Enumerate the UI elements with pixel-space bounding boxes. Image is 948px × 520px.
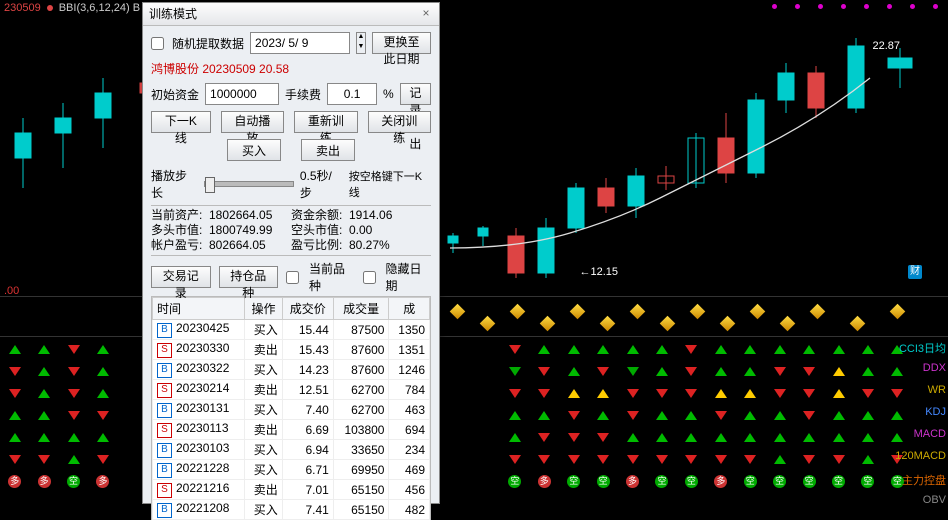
diamond-icon [570,304,586,320]
dialog-titlebar[interactable]: 训练模式 × [143,3,439,26]
fee-label: 手续费 [285,86,321,103]
space-hint: 按空格键下一K线 [349,168,431,200]
signal-row [0,382,912,404]
autoplay-button[interactable]: 自动播放 [221,111,284,133]
export-button[interactable]: 记录导出 [400,83,431,105]
bullet-icon [47,5,53,11]
table-row[interactable]: B20221208买入7.4165150482 [153,500,430,520]
table-row[interactable]: B20230425买入15.44875001350 [153,320,430,340]
sell-button[interactable]: 卖出 [301,139,355,161]
fee-unit: % [383,87,394,101]
date-spinner-icon[interactable]: ▲▼ [356,32,366,54]
diamond-icon [510,304,526,320]
signal-grid: 多多空多空多空空多空空多空空空空空空 [0,338,912,520]
indicator-row-label[interactable]: MACD [914,428,946,440]
tab-trades[interactable]: 交易记录 [151,266,211,288]
speed-slider[interactable] [204,181,294,187]
col-time[interactable]: 时间 [153,298,245,320]
indicator-row-label[interactable]: DDX [923,362,946,374]
diamond-icon [540,316,556,332]
diamond-icon [690,304,706,320]
diamond-icon [450,304,466,320]
hide-date-label: 隐藏日期 [386,260,432,294]
signal-row [0,448,912,470]
col-vol[interactable]: 成交量 [333,298,389,320]
init-fund-input[interactable] [205,83,279,105]
bbi-indicator-label: BBI(3,6,12,24) B [59,2,140,14]
training-mode-dialog: 训练模式 × 随机提取数据 ▲▼ 更换至此日期 鸿博股份 20230509 20… [142,2,440,504]
current-only-label: 当前品种 [309,260,355,294]
price-high-label: 22.87 [872,40,900,52]
fee-input[interactable] [327,83,377,105]
close-icon[interactable]: × [417,5,435,23]
stats-panel: 当前资产:1802664.05 多头市值:1800749.99 帐户盈亏:802… [151,205,431,256]
table-row[interactable]: S20230330卖出15.43876001351 [153,340,430,360]
indicator-row-label[interactable]: CCI3日均 [899,340,946,356]
diamond-icon [810,304,826,320]
diamond-icon [720,316,736,332]
indicator-row-label[interactable]: OBV [923,494,946,506]
col-amt[interactable]: 成 [389,298,430,320]
signal-row [0,338,912,360]
table-row[interactable]: B20230131买入7.4062700463 [153,400,430,420]
step-label: 播放步长 [151,167,198,201]
current-only-checkbox[interactable] [286,271,299,284]
stock-code: 230509 [4,2,41,14]
indicator-row-label[interactable]: WR [928,384,946,396]
indicator-strip [0,300,918,334]
init-fund-label: 初始资金 [151,86,199,103]
table-row[interactable]: S20230113卖出6.69103800694 [153,420,430,440]
date-input[interactable] [250,32,350,54]
indicator-row-label[interactable]: 主力控盘 [902,472,946,488]
table-row[interactable]: B20230103买入6.9433650234 [153,440,430,460]
signal-row [0,404,912,426]
table-row[interactable]: B20230322买入14.23876001246 [153,360,430,380]
retrain-button[interactable]: 重新训练 [294,111,357,133]
random-data-label: 随机提取数据 [172,35,244,52]
trades-table: 时间 操作 成交价 成交量 成 B20230425买入15.4487500135… [152,297,430,520]
col-op[interactable]: 操作 [245,298,282,320]
indicator-row-label[interactable]: 120MACD [895,450,946,462]
diamond-icon [890,304,906,320]
diamond-icon [660,316,676,332]
hide-date-checkbox[interactable] [363,271,376,284]
step-value: 0.5秒/步 [300,167,343,201]
table-row[interactable]: S20230214卖出12.5162700784 [153,380,430,400]
table-row[interactable]: S20221216卖出7.0165150456 [153,480,430,500]
diamond-icon [480,316,496,332]
col-price[interactable]: 成交价 [282,298,333,320]
dialog-title: 训练模式 [149,7,197,21]
diamond-icon [850,316,866,332]
signal-row: 多多空多空多空空多空空多空空空空空空 [0,470,912,492]
diamond-icon [600,316,616,332]
buy-button[interactable]: 买入 [227,139,281,161]
table-row[interactable]: B20221228买入6.7169950469 [153,460,430,480]
diamond-icon [750,304,766,320]
cai-badge[interactable]: 财 [908,265,922,279]
random-data-checkbox[interactable] [151,37,164,50]
diamond-icon [780,316,796,332]
signal-row [0,426,912,448]
next-k-button[interactable]: 下一K线 [151,111,211,133]
trades-table-wrap[interactable]: 时间 操作 成交价 成交量 成 B20230425买入15.4487500135… [151,296,431,520]
indicator-row-label[interactable]: KDJ [925,406,946,418]
tab-holds[interactable]: 持仓品种 [219,266,279,288]
close-train-button[interactable]: 关闭训练 [368,111,431,133]
price-low-label: ←12.15 [579,266,618,278]
signal-row [0,360,912,382]
header-dots [772,4,938,9]
diamond-icon [630,304,646,320]
switch-date-button[interactable]: 更换至此日期 [372,32,431,54]
